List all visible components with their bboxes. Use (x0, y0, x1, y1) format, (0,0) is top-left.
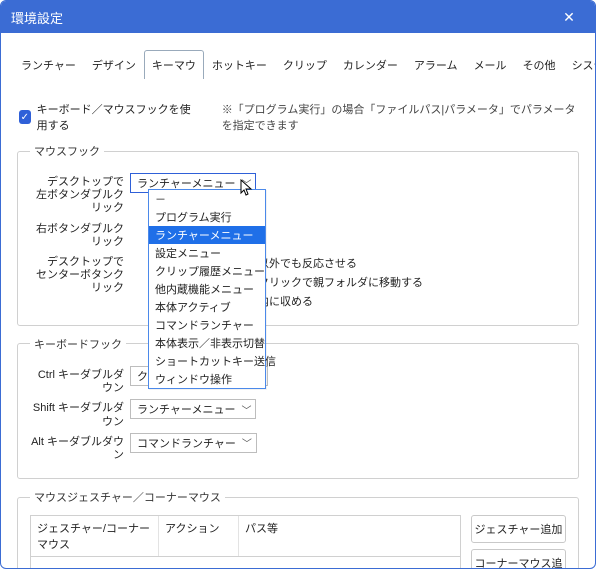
gesture-table[interactable]: ジェスチャー/コーナーマウス アクション パス等 (30, 515, 461, 569)
gesture-col-2: パス等 (239, 516, 460, 556)
mouse-hook-legend: マウスフック (30, 143, 104, 159)
tab-system[interactable]: システム (564, 50, 596, 79)
shift-dbldown-label: Shift キーダブルダウン (30, 399, 130, 428)
select-value: コマンドランチャー (137, 435, 236, 451)
tab-launcher[interactable]: ランチャー (13, 50, 84, 79)
mouse-hook-group: マウスフック デスクトップで 左ボタンダブルクリック ランチャーメニュー ﹀ 右… (17, 143, 579, 326)
tab-strip: ランチャー デザイン キーマウ ホットキー クリップ カレンダー アラーム メー… (13, 50, 596, 79)
tab-clip[interactable]: クリップ (275, 50, 335, 79)
tab-alarm[interactable]: アラーム (406, 50, 466, 79)
dropdown-option[interactable]: プログラム実行 (149, 208, 265, 226)
tab-design[interactable]: デザイン (84, 50, 144, 79)
desktop-left-dblclick-label: デスクトップで 左ボタンダブルクリック (30, 173, 130, 216)
alt-dbldown-label: Alt キーダブルダウン (30, 433, 130, 462)
close-icon[interactable]: ✕ (553, 1, 585, 33)
gesture-legend: マウスジェスチャー／コーナーマウス (30, 489, 225, 505)
gesture-group: マウスジェスチャー／コーナーマウス ジェスチャー/コーナーマウス アクション パ… (17, 489, 579, 569)
ctrl-dbldown-label: Ctrl キーダブルダウン (30, 366, 130, 395)
desktop-center-click-label: デスクトップで センターボタンクリック (30, 253, 130, 296)
select-value: ランチャーメニュー (137, 401, 235, 417)
chevron-down-icon: ﹀ (242, 435, 252, 450)
param-hint: ※「プログラム実行」の場合「ファイルパス|パラメータ」でパラメータを指定できます (222, 101, 579, 133)
keyboard-hook-group: キーボードフック Ctrl キーダブルダウン クリップ履歴メニュー ﹀ Shif… (17, 336, 579, 479)
titlebar: 環境設定 ✕ (1, 1, 595, 33)
alt-dbldown-select[interactable]: コマンドランチャー ﹀ (130, 433, 257, 453)
keyboard-hook-legend: キーボードフック (30, 336, 126, 352)
tab-other[interactable]: その他 (515, 50, 564, 79)
dropdown-option[interactable]: － (149, 190, 265, 208)
add-corner-button[interactable]: コーナーマウス追加 (471, 549, 566, 569)
dropdown-option[interactable]: 設定メニュー (149, 244, 265, 262)
side-text-1: 以外でも反応させる (258, 255, 423, 271)
tab-mail[interactable]: メール (466, 50, 515, 79)
right-dblclick-label: 右ボタンダブルクリック (30, 220, 130, 249)
dropdown-option-selected[interactable]: ランチャーメニュー (149, 226, 265, 244)
dropdown-option[interactable]: コマンドランチャー (149, 316, 265, 334)
tab-calendar[interactable]: カレンダー (335, 50, 406, 79)
use-hook-label: キーボード／マウスフックを使用する (37, 101, 192, 133)
dropdown-option[interactable]: 本体アクティブ (149, 298, 265, 316)
shift-dbldown-select[interactable]: ランチャーメニュー ﹀ (130, 399, 256, 419)
tab-keymouse[interactable]: キーマウ (144, 50, 204, 79)
window-title: 環境設定 (11, 8, 63, 27)
dropdown-option[interactable]: 他内蔵機能メニュー (149, 280, 265, 298)
side-text-2: クリックで親フォルダに移動する (258, 274, 423, 290)
side-text-3: 内に収める (258, 293, 423, 309)
dropdown-option[interactable]: ショートカットキー送信 (149, 352, 265, 370)
use-hook-checkbox[interactable]: ✓ (19, 110, 31, 124)
gesture-col-1: アクション (159, 516, 239, 556)
tab-hotkey[interactable]: ホットキー (204, 50, 275, 79)
dropdown-option[interactable]: 本体表示／非表示切替 (149, 334, 265, 352)
dropdown-option[interactable]: クリップ履歴メニュー (149, 262, 265, 280)
chevron-down-icon: ﹀ (241, 402, 251, 417)
dropdown-option[interactable]: ウィンドウ操作 (149, 370, 265, 388)
dropdown-list[interactable]: － プログラム実行 ランチャーメニュー 設定メニュー クリップ履歴メニュー 他内… (148, 189, 266, 389)
add-gesture-button[interactable]: ジェスチャー追加 (471, 515, 566, 543)
gesture-col-0: ジェスチャー/コーナーマウス (31, 516, 159, 556)
